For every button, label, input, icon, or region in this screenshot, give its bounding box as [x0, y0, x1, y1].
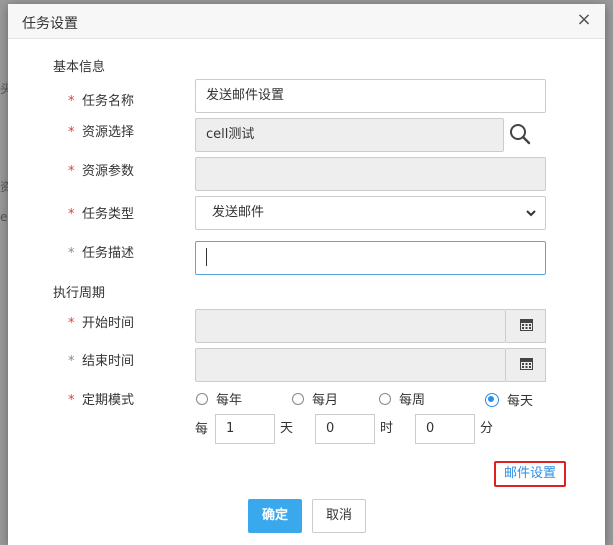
- task-desc-label-text: 任务描述: [82, 246, 135, 261]
- radio-yearly[interactable]: 每年: [196, 389, 242, 408]
- resource-select-input[interactable]: cell测试: [195, 118, 504, 152]
- radio-monthly[interactable]: 每月: [292, 389, 338, 408]
- required-mark: *: [68, 164, 75, 179]
- section-schedule: 执行周期: [53, 286, 106, 301]
- start-time-input[interactable]: [195, 309, 506, 343]
- interval-days-unit: 天: [280, 421, 294, 436]
- task-type-label: * 任务类型: [68, 203, 134, 222]
- mail-settings-link[interactable]: 邮件设置: [494, 461, 566, 487]
- required-mark: *: [68, 316, 75, 331]
- task-type-label-text: 任务类型: [82, 207, 135, 222]
- task-type-select[interactable]: 发送邮件: [195, 196, 546, 230]
- search-icon[interactable]: [508, 122, 532, 146]
- resource-select-label-text: 资源选择: [82, 125, 135, 140]
- required-mark: *: [68, 354, 75, 369]
- resource-params-label-text: 资源参数: [82, 164, 135, 179]
- task-desc-label: * 任务描述: [68, 242, 134, 261]
- cancel-button[interactable]: 取消: [312, 499, 366, 533]
- required-mark: *: [68, 125, 75, 140]
- radio-daily-label: 每天: [507, 394, 534, 409]
- required-mark: *: [68, 393, 75, 408]
- calendar-icon: [520, 358, 533, 370]
- background-text: e: [0, 210, 8, 224]
- end-time-label-text: 结束时间: [82, 354, 135, 369]
- schedule-mode-label-text: 定期模式: [82, 393, 135, 408]
- radio-circle: [379, 392, 391, 405]
- radio-circle: [292, 392, 304, 405]
- interval-hours-unit: 时: [380, 421, 394, 436]
- radio-circle: [196, 392, 208, 405]
- chevron-down-icon: [526, 210, 536, 217]
- interval-minutes-unit: 分: [480, 421, 494, 436]
- section-basic-info: 基本信息: [53, 60, 106, 75]
- task-name-input[interactable]: 发送邮件设置: [195, 79, 546, 113]
- start-time-calendar-button[interactable]: [506, 309, 546, 343]
- task-name-label-text: 任务名称: [82, 94, 135, 109]
- start-time-label-text: 开始时间: [82, 316, 135, 331]
- resource-params-label: * 资源参数: [68, 160, 134, 179]
- end-time-label: * 结束时间: [68, 350, 134, 369]
- radio-yearly-label: 每年: [216, 393, 243, 408]
- radio-daily[interactable]: 每天: [485, 390, 533, 409]
- radio-weekly-label: 每周: [399, 393, 426, 408]
- resource-params-input[interactable]: [195, 157, 546, 191]
- required-mark: *: [68, 246, 75, 261]
- close-icon[interactable]: ×: [575, 11, 593, 29]
- task-type-value: 发送邮件: [212, 205, 265, 220]
- task-desc-input[interactable]: [195, 241, 546, 275]
- required-mark: *: [68, 94, 75, 109]
- interval-minutes-input[interactable]: 0: [415, 414, 475, 444]
- interval-hours-input[interactable]: 0: [315, 414, 375, 444]
- end-time-calendar-button[interactable]: [506, 348, 546, 382]
- text-caret: [206, 247, 207, 266]
- radio-circle-selected: [485, 392, 499, 407]
- required-mark: *: [68, 207, 75, 222]
- calendar-icon: [520, 319, 533, 331]
- start-time-label: * 开始时间: [68, 312, 134, 331]
- task-name-label: * 任务名称: [68, 90, 134, 109]
- end-time-input[interactable]: [195, 348, 506, 382]
- task-settings-dialog: 任务设置 × 基本信息 * 任务名称 发送邮件设置 * 资源选择 cell测试 * 资…: [8, 4, 605, 545]
- resource-select-label: * 资源选择: [68, 121, 134, 140]
- dialog-title: 任务设置: [22, 16, 78, 32]
- schedule-mode-label: * 定期模式: [68, 389, 134, 408]
- dialog-header: 任务设置 ×: [8, 4, 605, 39]
- radio-weekly[interactable]: 每周: [379, 389, 425, 408]
- interval-days-input[interactable]: 1: [215, 414, 275, 444]
- interval-prefix: 每: [195, 422, 209, 437]
- confirm-button[interactable]: 确定: [248, 499, 302, 533]
- radio-monthly-label: 每月: [312, 393, 339, 408]
